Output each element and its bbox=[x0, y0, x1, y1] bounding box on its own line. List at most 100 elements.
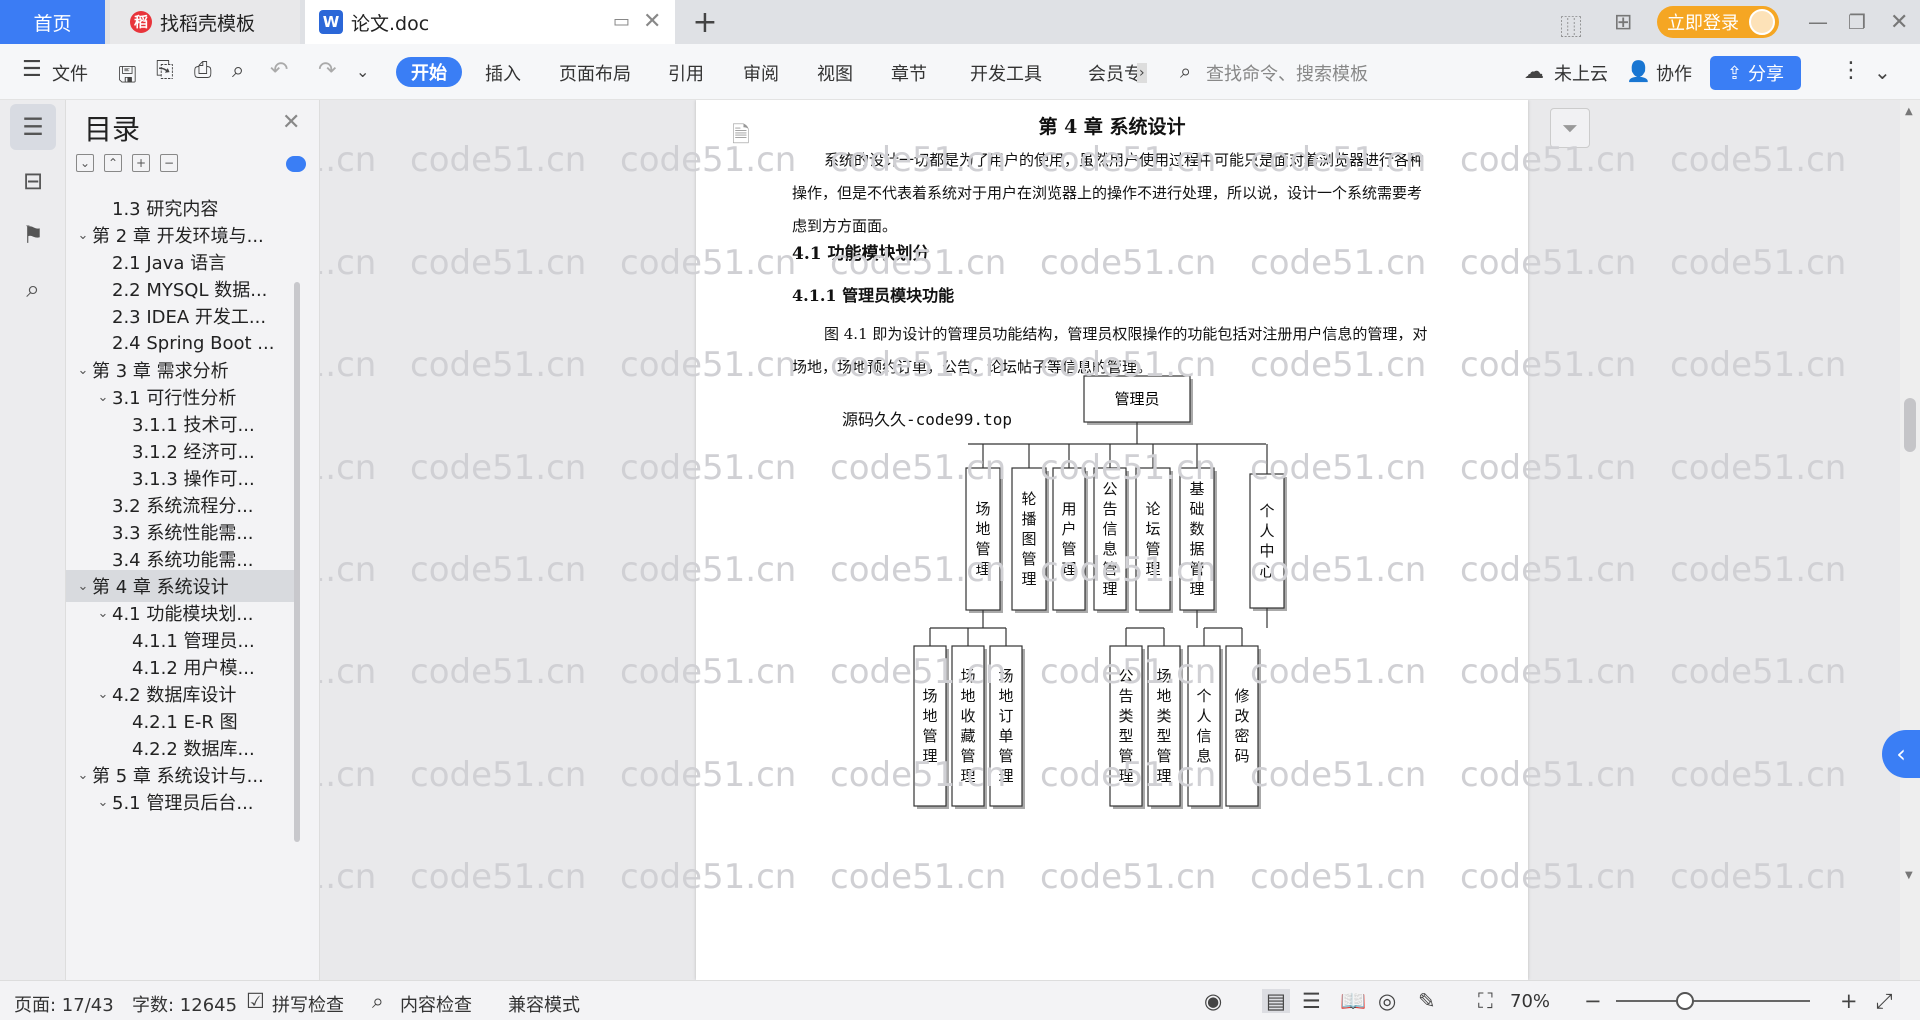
chevron-down-icon[interactable]: ⌄ bbox=[74, 768, 92, 783]
add-heading-icon[interactable]: + bbox=[132, 154, 150, 172]
tab-chapter[interactable]: 章节 bbox=[891, 60, 927, 86]
watermark-text: code51.cn bbox=[320, 652, 377, 692]
admin-structure-diagram: 管理员场地管理轮播图管理用户管理公告信息管理论坛管理基础数据管理个人中心场地管理… bbox=[913, 375, 1287, 809]
outline-view-icon[interactable]: ☰ bbox=[1302, 989, 1321, 1013]
watermark-text: code51.cn bbox=[410, 345, 587, 385]
tab-member[interactable]: 会员专 bbox=[1088, 60, 1142, 86]
close-tab-icon[interactable]: ✕ bbox=[643, 9, 661, 34]
docer-logo-icon: 稻 bbox=[130, 11, 152, 33]
zoom-level[interactable]: 70% bbox=[1510, 991, 1550, 1012]
find-icon[interactable]: ⌕ bbox=[10, 266, 56, 312]
more-icon[interactable]: ⋮ bbox=[1840, 58, 1862, 83]
diagram-personal-child-box bbox=[1187, 645, 1221, 807]
tab-page-layout[interactable]: 页面布局 bbox=[559, 60, 631, 86]
tab-review[interactable]: 审阅 bbox=[743, 60, 779, 86]
tab-document-label: 论文.doc bbox=[351, 12, 430, 35]
redo-icon[interactable]: ↷ bbox=[318, 58, 336, 83]
scroll-down-icon[interactable]: ▼ bbox=[1905, 870, 1913, 881]
zoom-slider[interactable] bbox=[1616, 1000, 1810, 1002]
bookmark-icon[interactable]: ⚑ bbox=[10, 212, 56, 258]
login-button[interactable]: 立即登录 bbox=[1657, 6, 1779, 38]
web-view-icon[interactable]: ◎ bbox=[1378, 989, 1396, 1013]
collaborate-button[interactable]: 协作 bbox=[1656, 60, 1692, 86]
chevron-down-icon[interactable]: ⌄ bbox=[74, 228, 92, 243]
chevron-down-icon[interactable]: ⌄ bbox=[94, 687, 112, 702]
monitor-icon[interactable]: ▭ bbox=[613, 11, 630, 32]
close-window-icon[interactable]: ✕ bbox=[1890, 10, 1908, 35]
source-note: 源码久久-code99.top bbox=[842, 410, 1012, 429]
new-tab-button[interactable]: + bbox=[690, 0, 720, 44]
chevron-right-icon[interactable]: › bbox=[1137, 63, 1147, 83]
chevron-left-icon: ‹ bbox=[1896, 740, 1906, 768]
print-preview-icon[interactable]: ⌕ bbox=[232, 58, 244, 83]
close-icon[interactable]: ✕ bbox=[282, 110, 300, 135]
word-doc-icon: W bbox=[319, 10, 343, 34]
cloud-status[interactable]: 未上云 bbox=[1554, 60, 1608, 86]
tab-home[interactable]: 首页 bbox=[0, 0, 105, 44]
toc-item-label: 4.1.1 管理员... bbox=[132, 631, 255, 652]
write-view-icon[interactable]: ✎ bbox=[1418, 989, 1436, 1013]
minimize-icon[interactable]: — bbox=[1808, 10, 1828, 34]
navigation-icon[interactable]: ⊟ bbox=[10, 158, 56, 204]
save-icon[interactable]: 🖫 bbox=[118, 58, 137, 96]
chevron-down-icon[interactable]: ⌄ bbox=[356, 62, 369, 81]
undo-icon[interactable]: ↶ bbox=[270, 58, 288, 83]
file-menu[interactable]: 文件 bbox=[52, 60, 88, 86]
toc-panel-icon[interactable]: ☰ bbox=[10, 104, 56, 150]
toc-item-label: 第 4 章 系统设计 bbox=[92, 577, 229, 598]
word-count[interactable]: 字数: 12645 bbox=[132, 991, 237, 1017]
apps-grid-icon[interactable]: ⊞ bbox=[1614, 10, 1632, 35]
toc-item-label: 3.4 系统功能需... bbox=[112, 550, 254, 571]
chevron-down-icon[interactable]: ⌄ bbox=[94, 795, 112, 810]
zoom-slider-thumb[interactable] bbox=[1676, 992, 1694, 1010]
spellcheck-button[interactable]: 拼写检查 bbox=[272, 991, 344, 1017]
page-view-icon[interactable]: ▤ bbox=[1262, 989, 1290, 1013]
chevron-down-icon[interactable]: ⌄ bbox=[74, 363, 92, 378]
chevron-down-icon[interactable]: ⌄ bbox=[94, 606, 112, 621]
filter-icon[interactable]: ⏷ bbox=[1550, 108, 1590, 148]
remove-heading-icon[interactable]: − bbox=[160, 154, 178, 172]
watermark-text: code51.cn bbox=[320, 550, 377, 590]
watermark-text: code51.cn bbox=[1670, 652, 1847, 692]
scroll-up-icon[interactable]: ▲ bbox=[1905, 106, 1913, 117]
tab-template[interactable]: 稻 找稻壳模板 bbox=[110, 0, 300, 44]
zoom-in-icon[interactable]: + bbox=[1840, 989, 1858, 1013]
share-label: 分享 bbox=[1748, 64, 1785, 85]
layout-icon[interactable]: ⿲ bbox=[1560, 10, 1582, 42]
share-button[interactable]: ⇪ 分享 bbox=[1710, 56, 1801, 90]
fullscreen-icon[interactable]: ⤢ bbox=[1876, 989, 1893, 1014]
export-icon[interactable]: ⎘ bbox=[156, 58, 174, 83]
tab-references[interactable]: 引用 bbox=[668, 60, 704, 86]
fit-page-icon[interactable]: ⛶ bbox=[1478, 989, 1493, 1014]
toc-item-label: 1.3 研究内容 bbox=[112, 199, 219, 220]
restore-icon[interactable]: ❐ bbox=[1848, 10, 1866, 34]
eye-protection-icon[interactable]: ◉ bbox=[1204, 989, 1222, 1013]
tab-view[interactable]: 视图 bbox=[817, 60, 853, 86]
chevron-down-icon[interactable]: ⌄ bbox=[94, 390, 112, 405]
page-indicator[interactable]: 页面: 17/43 bbox=[14, 991, 114, 1017]
collapse-ribbon-icon[interactable]: ⌄ bbox=[1874, 60, 1891, 84]
scroll-thumb[interactable] bbox=[1904, 398, 1916, 452]
toc-scrollbar[interactable] bbox=[294, 282, 300, 842]
print-icon[interactable]: ⎙ bbox=[194, 58, 212, 83]
toc-item[interactable]: ⌄ 5.1 管理员后台... bbox=[66, 786, 294, 818]
content-check-button[interactable]: 内容检查 bbox=[400, 991, 472, 1017]
tab-insert[interactable]: 插入 bbox=[485, 60, 521, 86]
toc-item-label: 3.1.2 经济可... bbox=[132, 442, 255, 463]
menu-icon[interactable]: ☰ bbox=[22, 57, 42, 82]
document-page: 🗎 第 4 章 系统设计 系统的设计一切都是为了用户的使用，虽然用户使用过程中可… bbox=[696, 100, 1528, 980]
command-search-input[interactable]: 查找命令、搜索模板 bbox=[1206, 60, 1368, 86]
toc-toggle-icon[interactable] bbox=[286, 156, 306, 172]
tab-developer[interactable]: 开发工具 bbox=[970, 60, 1042, 86]
vertical-scrollbar[interactable]: ▲ ▼ bbox=[1900, 100, 1920, 980]
expand-up-icon[interactable]: ⌃ bbox=[104, 154, 122, 172]
read-view-icon[interactable]: 📖 bbox=[1340, 989, 1366, 1014]
collapse-all-icon[interactable]: ⌄ bbox=[76, 154, 94, 172]
watermark-text: code51.cn bbox=[1670, 550, 1847, 590]
zoom-out-icon[interactable]: − bbox=[1584, 989, 1602, 1013]
compat-mode: 兼容模式 bbox=[508, 995, 580, 1016]
tab-document[interactable]: W 论文.doc ▭ ✕ bbox=[305, 0, 675, 44]
tab-start[interactable]: 开始 bbox=[396, 57, 462, 87]
chevron-down-icon[interactable]: ⌄ bbox=[74, 579, 92, 594]
toc-item-label: 3.1.3 操作可... bbox=[132, 469, 255, 490]
